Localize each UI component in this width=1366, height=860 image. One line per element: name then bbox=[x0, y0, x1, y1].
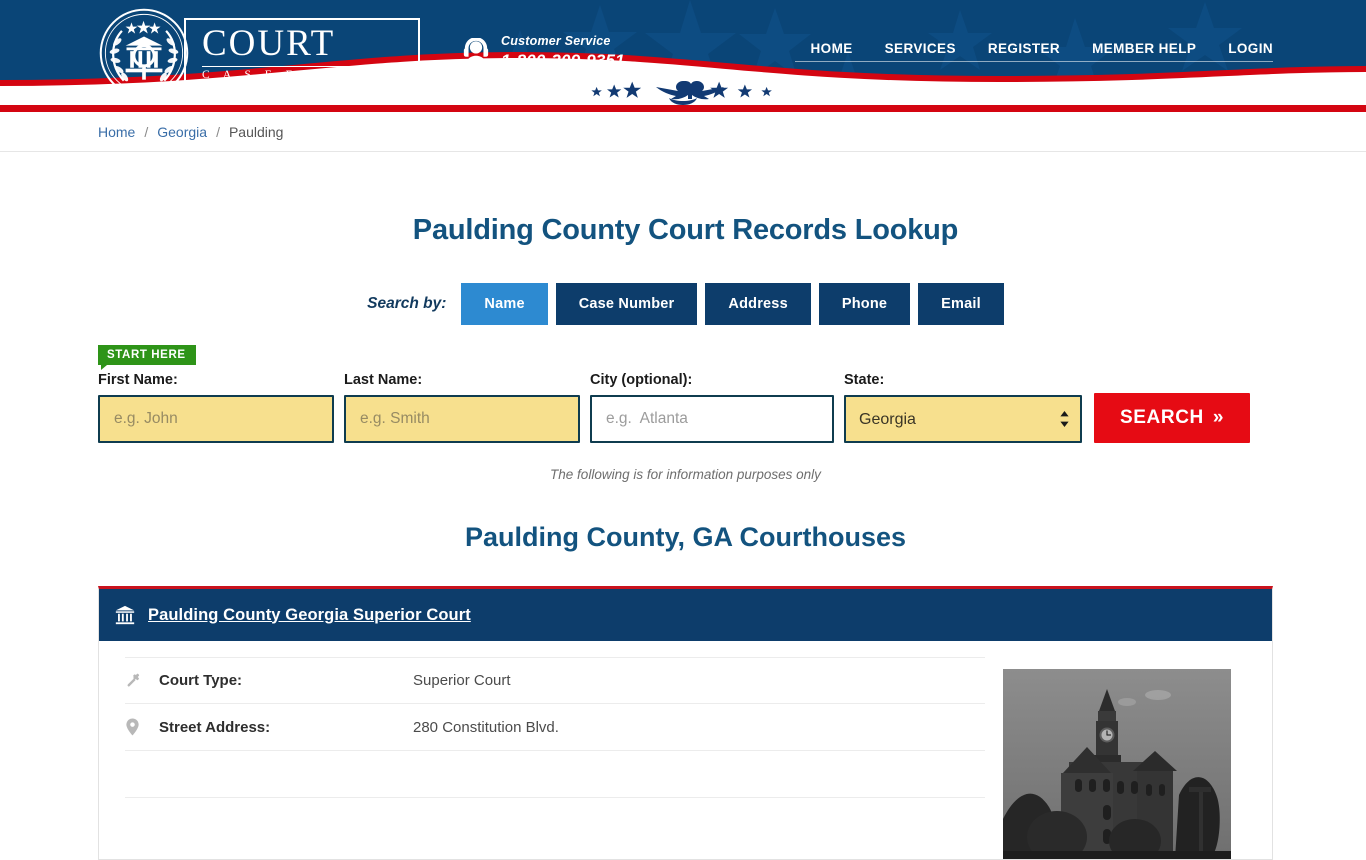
nav-item-register[interactable]: REGISTER bbox=[971, 41, 1077, 62]
search-disclaimer: The following is for information purpose… bbox=[550, 467, 821, 482]
city-input[interactable] bbox=[590, 395, 834, 443]
court-photo-column bbox=[985, 657, 1235, 859]
tab-name[interactable]: Name bbox=[461, 283, 548, 325]
search-button-label: SEARCH bbox=[1120, 407, 1204, 428]
courthouse-photo bbox=[1003, 669, 1231, 859]
main-navigation: HOME SERVICES REGISTER MEMBER HELP LOGIN bbox=[794, 41, 1273, 64]
court-card: Paulding County Georgia Superior Court C… bbox=[98, 586, 1273, 860]
nav-item-login[interactable]: LOGIN bbox=[1212, 41, 1273, 62]
breadcrumb-item-georgia[interactable]: Georgia bbox=[157, 124, 207, 140]
state-label: State: bbox=[844, 372, 885, 388]
court-type-value: Superior Court bbox=[413, 672, 511, 689]
customer-service-block: Customer Service 1-800-309-9351 bbox=[462, 34, 625, 71]
breadcrumb-item-home[interactable]: Home bbox=[98, 124, 135, 140]
search-button[interactable]: SEARCH » bbox=[1094, 393, 1251, 443]
street-address-value: 280 Constitution Blvd. bbox=[413, 718, 559, 736]
nav-item-services[interactable]: SERVICES bbox=[868, 41, 972, 62]
section-title-courthouses: Paulding County, GA Courthouses bbox=[465, 522, 906, 552]
customer-service-phone[interactable]: 1-800-309-9351 bbox=[501, 50, 625, 71]
state-select[interactable]: Georgia bbox=[844, 395, 1082, 443]
court-records-search-form: First Name: Last Name: City (optional): … bbox=[98, 372, 1273, 443]
court-card-body: Court Type: Superior Court Street Addres… bbox=[99, 641, 1272, 859]
breadcrumb-separator: / bbox=[216, 123, 220, 140]
start-here-badge: START HERE bbox=[98, 345, 196, 371]
court-type-label: Court Type: bbox=[159, 672, 243, 689]
tab-address[interactable]: Address bbox=[705, 283, 811, 325]
court-name-link[interactable]: Paulding County Georgia Superior Court bbox=[148, 606, 471, 625]
nav-item-home[interactable]: HOME bbox=[794, 41, 869, 62]
bank-courthouse-icon bbox=[115, 605, 135, 625]
map-pin-icon bbox=[125, 718, 159, 736]
breadcrumb-item-current: Paulding bbox=[228, 123, 284, 140]
court-card-header: Paulding County Georgia Superior Court bbox=[99, 589, 1272, 641]
start-here-badge-wrapper: START HERE bbox=[98, 345, 1273, 371]
first-name-label: First Name: bbox=[98, 372, 178, 388]
header-red-stripe bbox=[0, 105, 1366, 112]
breadcrumb: Home / Georgia / Paulding bbox=[0, 112, 1366, 152]
double-chevron-icon: » bbox=[1212, 407, 1225, 428]
nav-item-member-help[interactable]: MEMBER HELP bbox=[1076, 41, 1213, 62]
main-content: Paulding County Court Records Lookup Sea… bbox=[93, 214, 1273, 860]
city-label: City (optional): bbox=[590, 372, 693, 388]
gavel-icon bbox=[125, 672, 159, 689]
court-detail-list: Court Type: Superior Court Street Addres… bbox=[125, 657, 985, 859]
last-name-input[interactable] bbox=[344, 395, 580, 443]
headset-support-icon bbox=[463, 37, 489, 66]
search-type-tabs: Search by: Name Case Number Address Phon… bbox=[98, 283, 1273, 325]
first-name-input[interactable] bbox=[98, 395, 334, 443]
tab-email[interactable]: Email bbox=[918, 283, 1004, 325]
site-logo[interactable]: COURT C A S E F I N D E R bbox=[98, 7, 421, 99]
street-address-label: Street Address: bbox=[159, 718, 271, 736]
logo-name: COURT bbox=[202, 22, 336, 64]
tab-phone[interactable]: Phone bbox=[818, 283, 911, 325]
search-by-label: Search by: bbox=[367, 295, 447, 312]
tab-case-number[interactable]: Case Number bbox=[555, 283, 698, 325]
logo-wordmark: COURT C A S E F I N D E R bbox=[184, 17, 421, 88]
logo-divider bbox=[202, 65, 403, 67]
page-title: Paulding County Court Records Lookup bbox=[412, 214, 959, 246]
eagle-and-stars-emblem bbox=[591, 81, 772, 105]
last-name-label: Last Name: bbox=[344, 372, 423, 388]
logo-subtitle: C A S E F I N D E R bbox=[202, 68, 403, 81]
table-row-partial bbox=[125, 751, 985, 798]
table-row: Street Address: 280 Constitution Blvd. bbox=[125, 704, 985, 751]
breadcrumb-separator: / bbox=[144, 123, 149, 140]
table-row: Court Type: Superior Court bbox=[125, 657, 985, 704]
customer-service-label: Customer Service bbox=[501, 33, 611, 48]
site-header: COURT C A S E F I N D E R Customer Servi… bbox=[0, 0, 1366, 105]
court-seal-icon bbox=[99, 8, 189, 97]
